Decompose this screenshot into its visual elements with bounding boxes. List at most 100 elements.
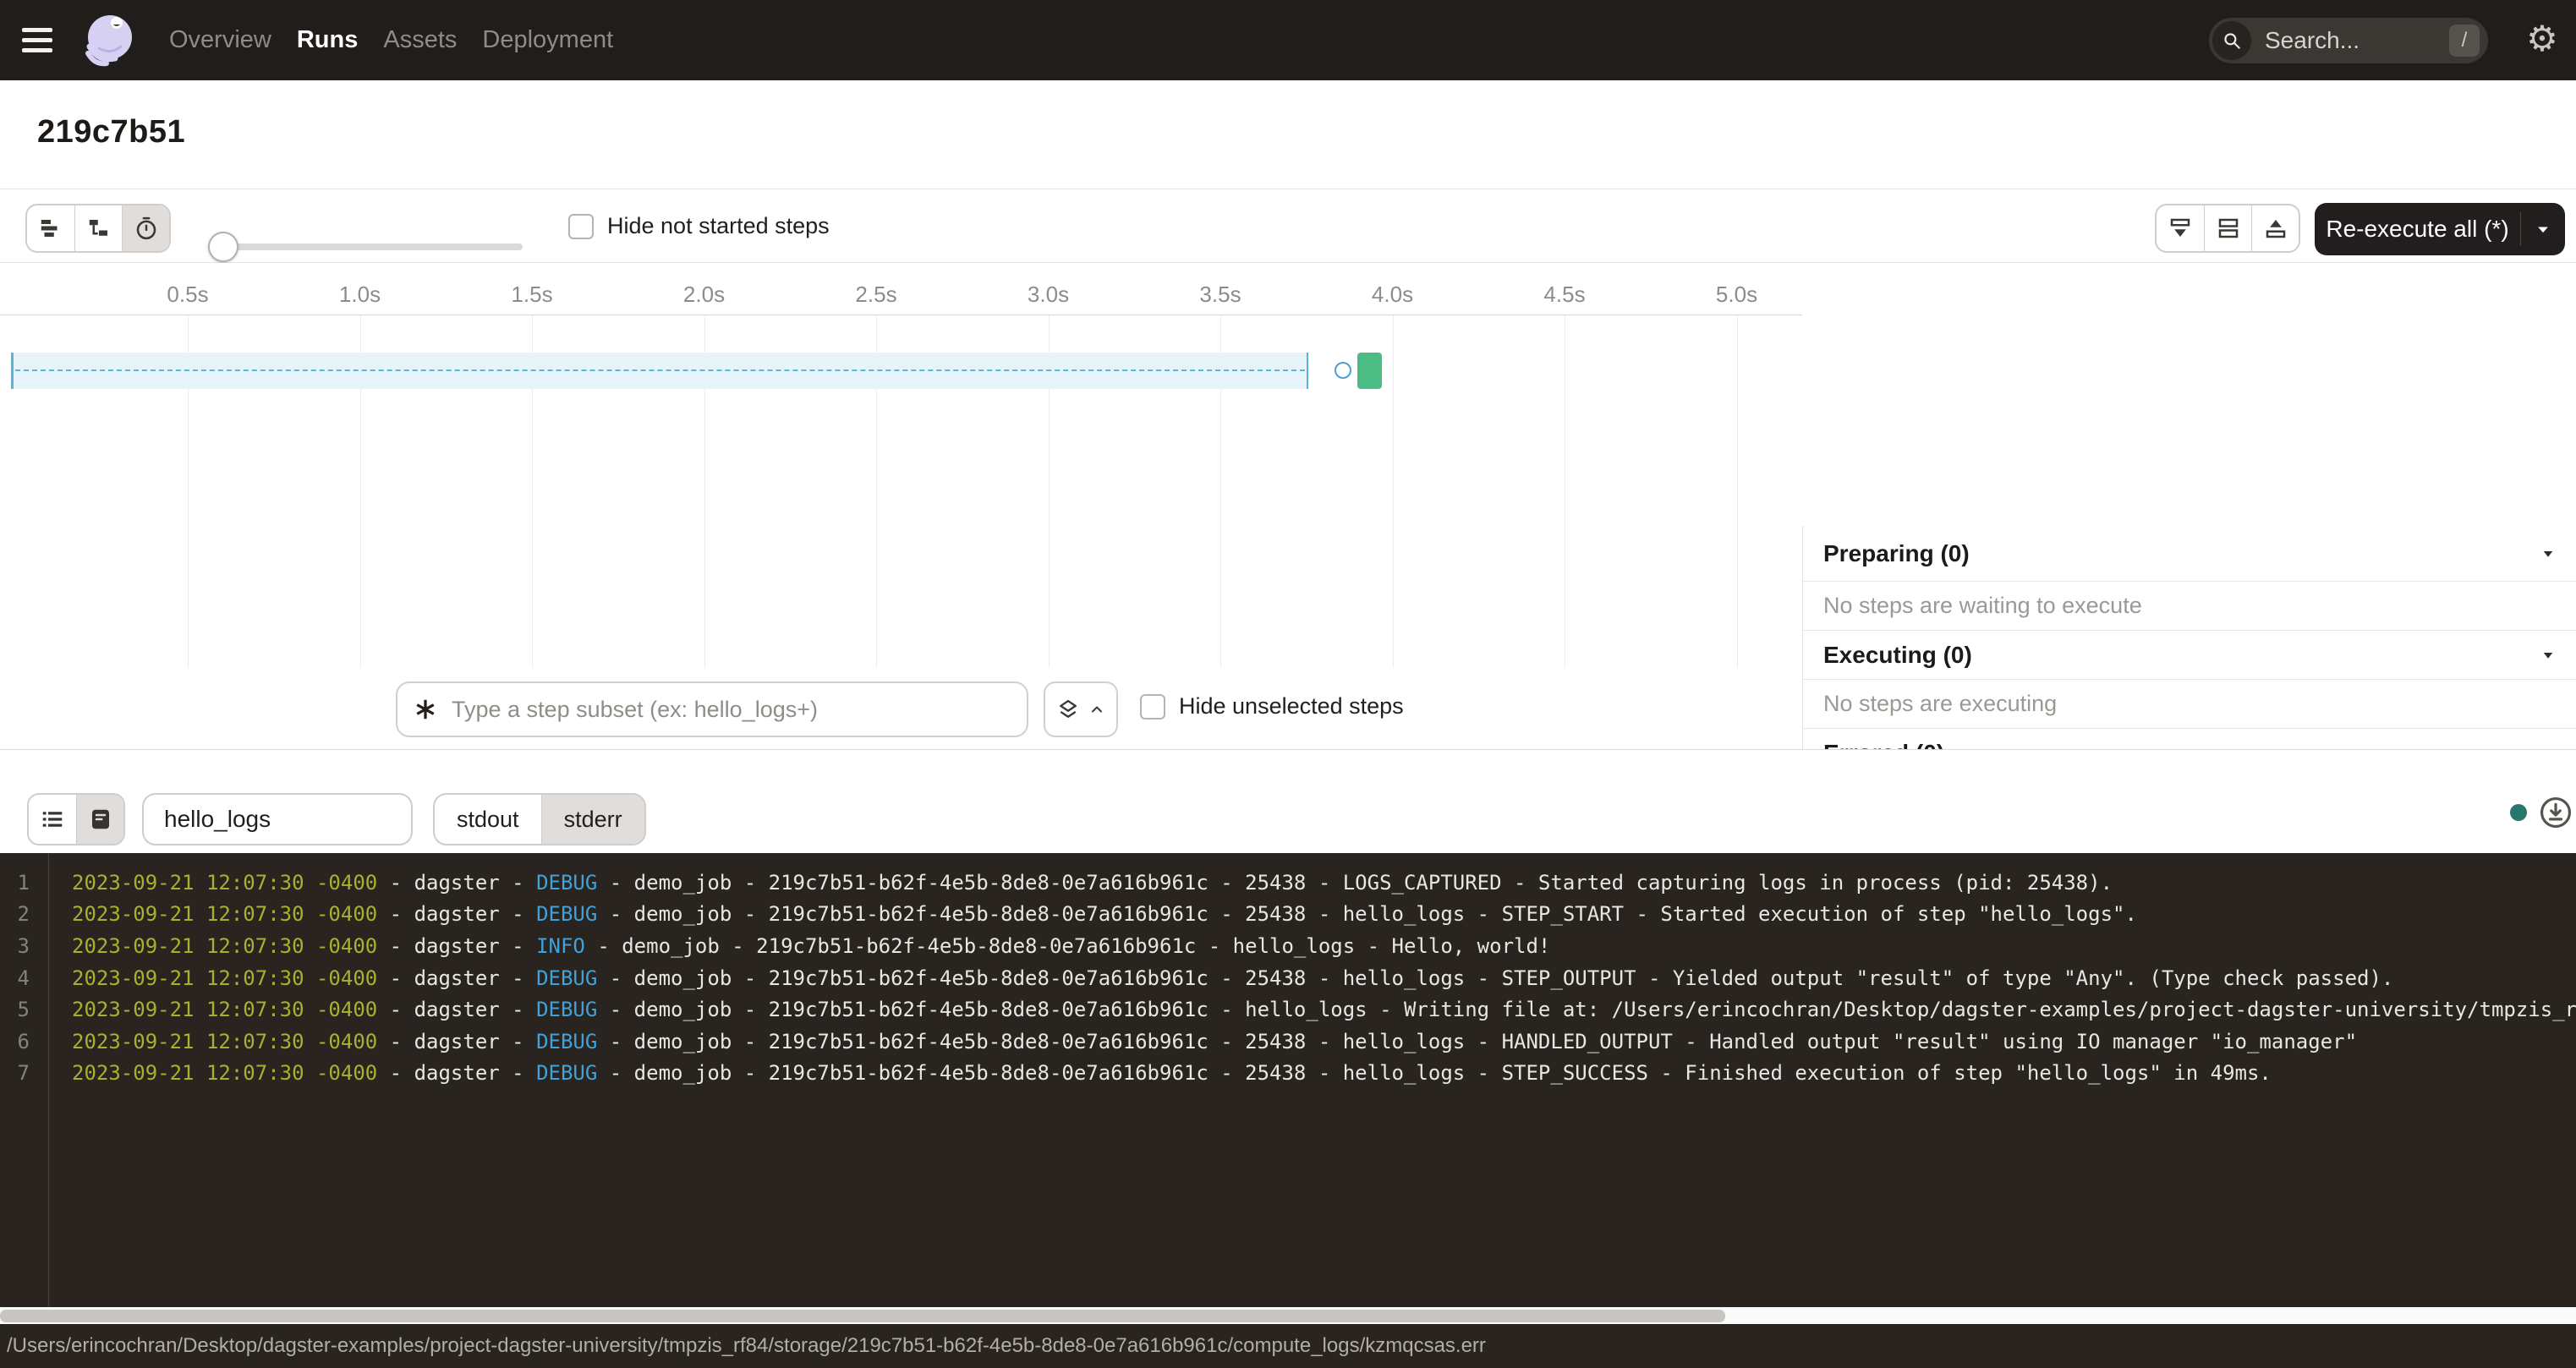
axis-tick-label: 2.0s [671,282,738,308]
axis-tick-label: 1.0s [326,282,394,308]
log-filter-input[interactable] [162,805,392,834]
expand-up-button[interactable] [2251,205,2299,251]
log-line-text: 2023-09-21 12:07:30 -0400 - dagster - IN… [48,934,1550,958]
nav-item-assets[interactable]: Assets [383,26,457,54]
stdout-stderr-tabs: stdoutstderr [433,793,646,845]
axis-tick-label: 4.0s [1359,282,1427,308]
log-line-number: 3 [0,934,48,958]
gantt-zoom-slider-track [209,244,523,250]
log-line-text: 2023-09-21 12:07:30 -0400 - dagster - DE… [48,1061,2272,1085]
axis-tick-label: 2.5s [842,282,910,308]
timed-view-button[interactable] [122,205,169,251]
log-line-number: 4 [0,966,48,990]
hide-unselected-checkbox[interactable] [1140,694,1165,720]
gantt-toolbar: Hide not started steps Re-execute all (*… [0,189,2576,263]
tab-stdout[interactable]: stdout [435,795,541,844]
search-shortcut-key: / [2449,25,2480,57]
waterfall-view-button[interactable] [74,205,122,251]
axis-tick-label: 4.5s [1531,282,1598,308]
hide-not-started-checkbox[interactable] [568,214,594,239]
log-line-text: 2023-09-21 12:07:30 -0400 - dagster - DE… [48,966,2393,990]
hide-unselected-label: Hide unselected steps [1179,693,1404,720]
hamburger-menu-icon[interactable] [22,21,59,58]
nav-links: Overview Runs Assets Deployment [169,0,613,80]
log-line: 42023-09-21 12:07:30 -0400 - dagster - D… [0,962,2576,994]
log-file-path: /Users/erincochran/Desktop/dagster-examp… [7,1334,1486,1358]
panel-layout-group [2155,204,2300,253]
axis-tick-label: 3.0s [1015,282,1082,308]
log-line: 62023-09-21 12:07:30 -0400 - dagster - D… [0,1026,2576,1058]
log-line-text: 2023-09-21 12:07:30 -0400 - dagster - DE… [48,998,2576,1021]
gantt-state-marker [1335,362,1351,379]
axis-gridline [1393,315,1394,668]
axis-tick-label: 1.5s [498,282,566,308]
hide-not-started-row: Hide not started steps [568,213,830,239]
nav-item-runs[interactable]: Runs [297,26,359,54]
chevron-down-icon[interactable] [2540,546,2556,561]
log-line-number: 2 [0,902,48,926]
panel-section-header[interactable]: Preparing (0) [1803,526,2576,582]
run-id: 219c7b51 [37,114,185,150]
axis-gridline [1737,315,1738,668]
dagster-run-page: Overview Runs Assets Deployment / ⚙ 219c7b5… [0,0,2576,1368]
log-line-number: 1 [0,871,48,895]
log-horizontal-scrollbar [0,1307,2576,1324]
panel-empty-message: No steps are executing [1803,680,2576,729]
caret-up-icon [1088,701,1105,718]
log-path-statusbar: /Users/erincochran/Desktop/dagster-examp… [0,1324,2576,1368]
log-line: 22023-09-21 12:07:30 -0400 - dagster - D… [0,899,2576,931]
search-box[interactable]: / [2209,18,2488,63]
chevron-down-icon[interactable] [2540,648,2556,663]
log-line-number: 5 [0,998,48,1021]
download-log-button[interactable] [2538,795,2573,830]
axis-tick-label: 5.0s [1703,282,1771,308]
axis-tick-label: 0.5s [154,282,222,308]
log-line-text: 2023-09-21 12:07:30 -0400 - dagster - DE… [48,902,2137,926]
log-line-text: 2023-09-21 12:07:30 -0400 - dagster - DE… [48,871,2113,895]
log-view-mode-group [27,793,125,845]
scrollbar-thumb[interactable] [0,1310,1725,1322]
panel-empty-message: No steps are waiting to execute [1803,582,2576,631]
reexecute-all-button[interactable]: Re-execute all (*) [2315,203,2565,255]
raw-log-view-button[interactable] [76,795,123,844]
split-view-button[interactable] [2204,205,2251,251]
panel-section-header[interactable]: Executing (0) [1803,631,2576,680]
nav-item-deployment[interactable]: Deployment [482,26,613,54]
log-line: 72023-09-21 12:07:30 -0400 - dagster - D… [0,1058,2576,1090]
gantt-waiting-band [11,353,1308,389]
reexecute-all-label: Re-execute all (*) [2315,216,2520,243]
top-nav: Overview Runs Assets Deployment / ⚙ [0,0,2576,80]
collapse-down-button[interactable] [2157,205,2204,251]
reexecute-caret-icon[interactable] [2521,221,2565,238]
axis-tick-label: 3.5s [1187,282,1254,308]
step-subset-box [396,681,1028,737]
event-list-view-button[interactable] [29,795,76,844]
log-line: 32023-09-21 12:07:30 -0400 - dagster - I… [0,930,2576,962]
log-lines: 12023-09-21 12:07:30 -0400 - dagster - D… [0,867,2576,1089]
run-header: 219c7b51 Success Run of demo_job @ 4f105… [0,80,2576,189]
hide-not-started-label: Hide not started steps [607,213,830,239]
log-filter-box [142,793,413,845]
log-line: 12023-09-21 12:07:30 -0400 - dagster - D… [0,867,2576,899]
graph-query-toggle-button[interactable] [1044,681,1118,737]
panel-section-title: Preparing (0) [1823,540,1970,567]
step-subset-input[interactable] [450,696,1011,724]
log-toolbar: stdoutstderr [0,749,2576,853]
flat-view-button[interactable] [27,205,74,251]
log-line-number: 7 [0,1061,48,1085]
raw-log-output: 12023-09-21 12:07:30 -0400 - dagster - D… [0,853,2576,1307]
capture-status-dot [2510,804,2527,821]
log-line: 52023-09-21 12:07:30 -0400 - dagster - D… [0,993,2576,1026]
hide-unselected-row: Hide unselected steps [1140,693,1404,720]
gantt-step-bar[interactable] [1357,353,1382,389]
gantt-zoom-slider-handle[interactable] [208,232,238,262]
search-input[interactable] [2263,26,2449,55]
dagster-logo[interactable] [79,9,140,70]
gantt-pane: 0.5s 1.0s 1.5s 2.0s 2.5s 3.0s 3.5s 4.0s 4.5s 5.0s… [0,263,2576,748]
log-line-number: 6 [0,1030,48,1053]
tab-stderr[interactable]: stderr [541,795,644,844]
log-line-text: 2023-09-21 12:07:30 -0400 - dagster - DE… [48,1030,2357,1053]
nav-item-overview[interactable]: Overview [169,26,271,54]
layers-icon [1056,698,1080,721]
gear-icon[interactable]: ⚙ [2522,19,2562,59]
